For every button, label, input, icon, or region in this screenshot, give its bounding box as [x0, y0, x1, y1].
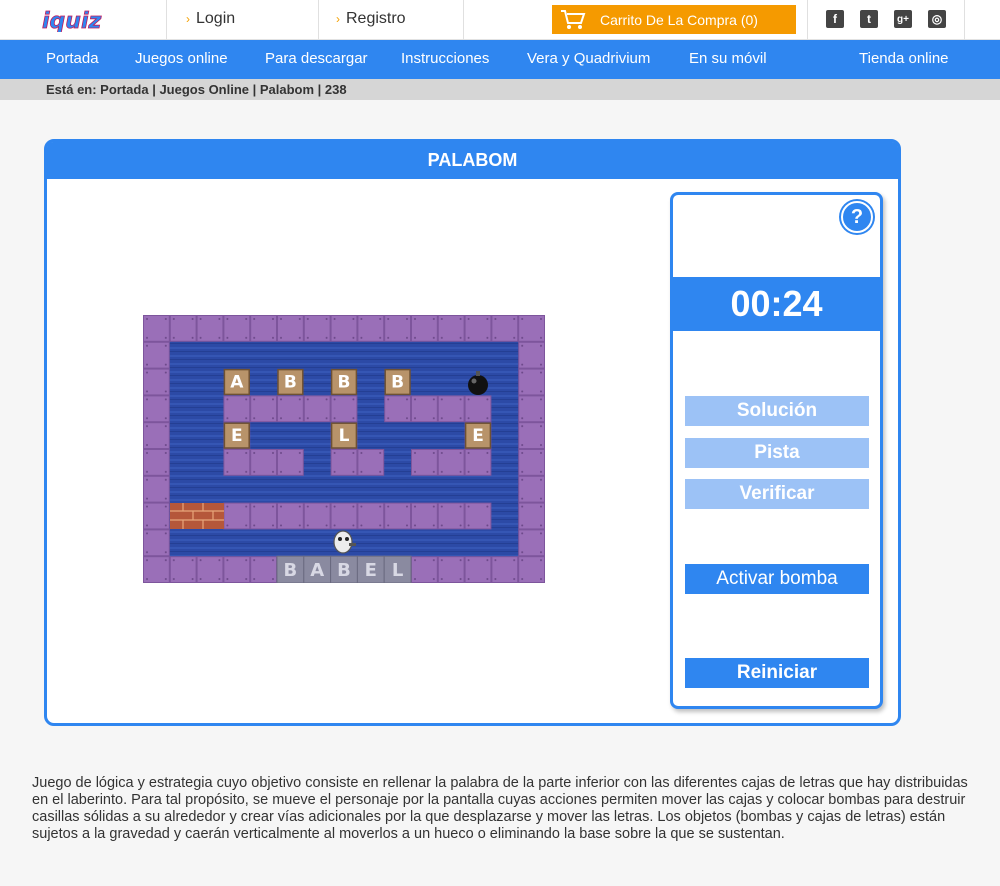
target-letter: E — [365, 560, 377, 581]
letter-box: B — [384, 368, 411, 396]
main-nav: Portada Juegos online Para descargar Ins… — [0, 40, 1000, 79]
target-letter: L — [392, 560, 403, 581]
hint-button[interactable]: Pista — [685, 438, 869, 468]
wall-block — [411, 449, 492, 476]
verify-button[interactable]: Verificar — [685, 479, 869, 509]
chevron-right-icon: › — [336, 12, 340, 26]
cart-label: Carrito De La Compra (0) — [600, 11, 758, 28]
wall-block — [223, 395, 358, 423]
login-link[interactable]: › Login — [186, 10, 235, 28]
timer-display: 00:24 — [673, 277, 880, 331]
nav-item-portada[interactable]: Portada — [46, 50, 99, 67]
maze-border-top — [143, 315, 545, 342]
shopping-cart-icon — [561, 9, 586, 29]
letter-box-label: A — [230, 373, 244, 393]
target-letter: B — [284, 560, 298, 581]
letter-box-label: L — [339, 426, 350, 446]
divider — [166, 0, 167, 40]
divider — [964, 0, 965, 40]
letter-box: A — [223, 368, 250, 396]
game-board[interactable]: ABBBELE BABEL — [143, 315, 545, 584]
top-bar: iquiz › Login › Registro Carrito De La Com… — [0, 0, 1000, 40]
game-title: PALABOM — [47, 142, 898, 179]
twitter-icon[interactable]: t — [860, 10, 878, 28]
nav-item-instrucciones[interactable]: Instrucciones — [401, 50, 489, 67]
svg-text:iquiz: iquiz — [42, 9, 101, 32]
breadcrumb: Está en: Portada | Juegos Online | Palab… — [0, 79, 1000, 100]
letter-box: L — [330, 422, 358, 449]
nav-item-en-su-movil[interactable]: En su móvil — [689, 50, 767, 67]
brick-block — [170, 503, 224, 529]
divider — [318, 0, 319, 40]
cart-button[interactable]: Carrito De La Compra (0) — [552, 5, 796, 34]
game-panel: PALABOM ABBBELE B A B E L ? 00:24 Soluci… — [44, 139, 901, 726]
nav-item-para-descargar[interactable]: Para descargar — [265, 50, 368, 67]
maze-canvas[interactable]: A B B BE L E BABEL — [143, 315, 545, 584]
solution-button[interactable]: Solución — [685, 396, 869, 426]
letter-box-label: B — [338, 373, 351, 393]
game-description: Juego de lógica y estrategia cuyo objeti… — [32, 775, 968, 842]
activate-bomb-button[interactable]: Activar bomba — [685, 564, 869, 594]
wall-block — [223, 449, 304, 476]
maze-border-right — [518, 315, 545, 583]
letter-box-label: B — [391, 373, 404, 393]
letter-box-label: E — [231, 426, 243, 446]
letter-box: B — [330, 368, 358, 396]
instagram-icon[interactable]: ◎ — [928, 10, 946, 28]
maze-border-left — [143, 315, 170, 583]
register-link[interactable]: › Registro — [336, 10, 406, 28]
register-label: Registro — [346, 10, 406, 27]
help-button[interactable]: ? — [841, 201, 873, 233]
wall-block — [223, 502, 492, 530]
letter-box: B — [277, 368, 304, 396]
letter-box-label: E — [472, 426, 484, 446]
target-letter: A — [310, 560, 324, 581]
google-plus-icon[interactable]: g+ — [894, 10, 912, 28]
letter-box: E — [223, 422, 250, 449]
divider — [463, 0, 464, 40]
nav-item-tienda-online[interactable]: Tienda online — [859, 50, 949, 67]
chevron-right-icon: › — [186, 12, 190, 26]
divider — [807, 0, 808, 40]
wall-block — [384, 395, 492, 423]
wall-block — [330, 449, 385, 476]
nav-item-juegos-online[interactable]: Juegos online — [135, 50, 228, 67]
login-label: Login — [196, 10, 236, 27]
target-letter: B — [337, 560, 351, 581]
letter-box: E — [464, 422, 492, 449]
nav-item-vera-quadrivium[interactable]: Vera y Quadrivium — [527, 50, 650, 67]
restart-button[interactable]: Reiniciar — [685, 658, 869, 688]
iquiz-logo[interactable]: iquiz — [40, 8, 146, 32]
facebook-icon[interactable]: f — [826, 10, 844, 28]
control-sidebar: ? 00:24 Solución Pista Verificar Activar… — [670, 192, 883, 709]
letter-box-label: B — [284, 373, 297, 393]
